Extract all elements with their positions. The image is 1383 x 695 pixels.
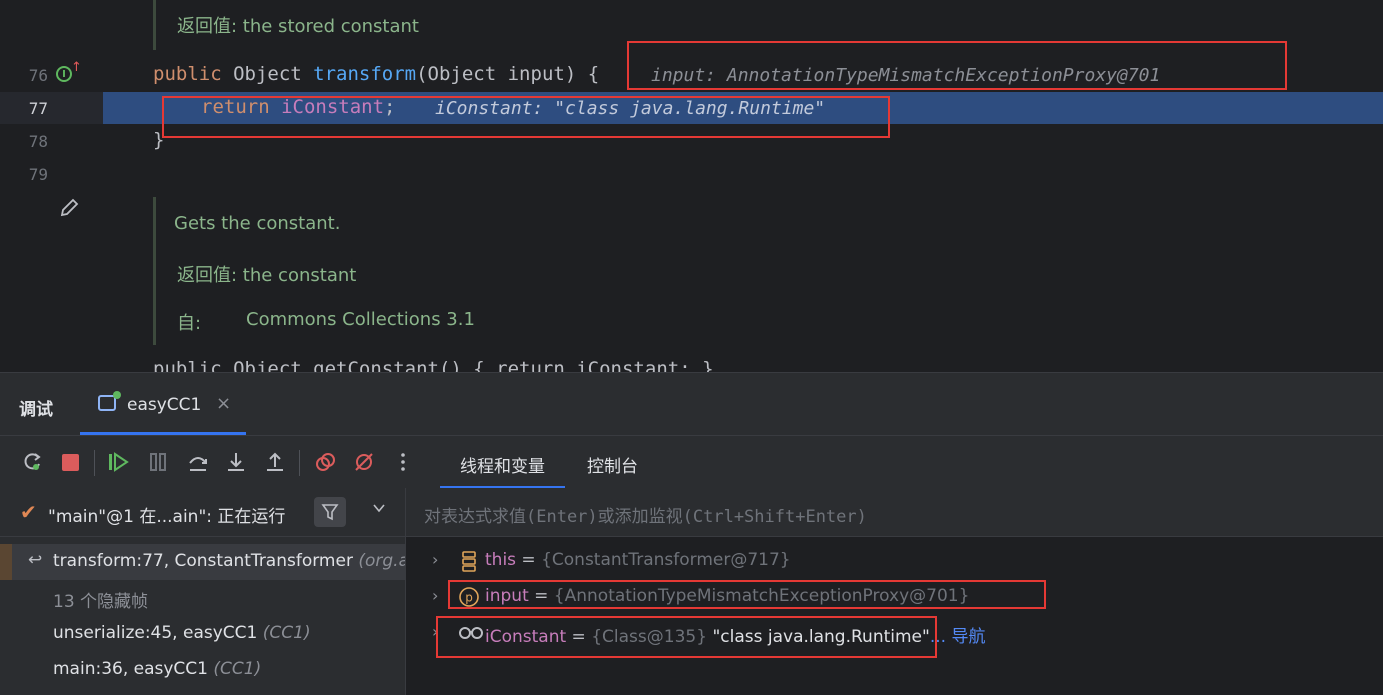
navigate-link[interactable]: ... 导航 [930,627,986,647]
stack-frame[interactable]: ↩ transform:77, ConstantTransformer (org… [0,544,405,580]
toolbar-separator [94,450,95,476]
thread-label: "main"@1 在...ain": 正在运行 [48,507,286,527]
code-editor[interactable]: 返回值: the stored constant 76 I ↑ public O… [0,0,1383,372]
debug-panel-title: 调试 [19,400,53,420]
line-number: 78 [28,132,48,151]
step-out-icon[interactable] [263,450,287,474]
hidden-frames[interactable]: 13 个隐藏帧 [0,580,405,616]
stack-frame[interactable]: unserialize:45, easyCC1 (CC1) [0,616,405,652]
annotation-box [448,580,1046,609]
annotation-box [162,96,890,138]
line-number: 76 [28,66,48,85]
stop-icon[interactable] [58,450,82,474]
debug-panel: 调试 easyCC1 × 线程和变量 控制台 ✔ "main"@1 在...ai… [0,372,1383,695]
resume-icon[interactable] [106,450,130,474]
tab-label: easyCC1 [127,395,202,415]
chevron-right-icon[interactable]: › [432,550,438,569]
doc-since-label: 自: [177,313,202,334]
rerun-icon[interactable] [20,450,44,474]
pause-icon[interactable] [146,450,170,474]
code-line-cut: public Object getConstant() { return iCo… [153,358,714,372]
return-arrow-icon: ↩ [28,550,43,570]
chevron-down-icon[interactable] [372,500,386,519]
frame-label: main:36, easyCC1 (CC1) [53,659,262,679]
debug-toolbar: 线程和变量 控制台 [0,435,1383,489]
variable-row[interactable]: › this = {ConstantTransformer@717} [406,544,1383,580]
doc-bar [153,197,156,345]
step-into-icon[interactable] [224,450,248,474]
code-line-76: public Object transform(Object input) { [153,63,600,85]
doc-summary: Gets the constant. [174,213,341,234]
frame-label: 13 个隐藏帧 [53,592,149,612]
view-breakpoints-icon[interactable] [313,450,337,474]
annotation-box [627,41,1287,90]
thread-selector[interactable]: ✔ "main"@1 在...ain": 正在运行 [0,488,405,537]
doc-bar [153,0,156,50]
close-icon[interactable]: × [216,393,231,414]
arrow-up-icon: ↑ [71,60,82,75]
editor-gutter [0,0,103,372]
variables-pane: 对表达式求值(Enter)或添加监视(Ctrl+Shift+Enter) › t… [406,488,1383,695]
more-options-icon[interactable] [391,450,415,474]
tab-label: 线程和变量 [460,457,545,477]
running-dot-icon [113,391,121,399]
tab-threads-variables[interactable]: 线程和变量 [440,452,565,489]
frame-marker [0,544,12,580]
doc-since-value: Commons Collections 3.1 [246,309,475,330]
checkmark-icon: ✔ [20,500,37,524]
evaluate-expression-input[interactable]: 对表达式求值(Enter)或添加监视(Ctrl+Shift+Enter) [406,488,1383,537]
chevron-right-icon[interactable]: › [432,586,438,605]
frame-label: transform:77, ConstantTransformer (org.a [53,551,405,571]
debug-tabbar: 调试 easyCC1 × [0,373,1383,435]
frames-pane: ✔ "main"@1 在...ain": 正在运行 ↩ transform:77… [0,488,406,695]
doc-return-top: 返回值: the stored constant [177,16,419,37]
input-placeholder: 对表达式求值(Enter)或添加监视(Ctrl+Shift+Enter) [424,507,867,527]
line-number: 79 [28,165,48,184]
tab-label: 控制台 [587,457,638,477]
frame-label: unserialize:45, easyCC1 (CC1) [53,623,311,643]
tab-easycc1[interactable]: easyCC1 × [80,373,246,435]
filter-icon[interactable] [314,497,346,527]
implements-icon[interactable]: I [56,66,72,82]
toolbar-separator [299,450,300,476]
tab-console[interactable]: 控制台 [587,452,638,477]
annotation-box [436,616,937,658]
stack-frame[interactable]: main:36, easyCC1 (CC1) [0,652,405,688]
edit-pencil-icon[interactable] [58,197,80,219]
this-object-icon [458,550,480,572]
step-over-icon[interactable] [186,450,210,474]
line-number: 77 [28,99,48,118]
variable-text: this = {ConstantTransformer@717} [485,550,791,570]
mute-breakpoints-icon[interactable] [352,450,376,474]
doc-return: 返回值: the constant [177,265,357,286]
